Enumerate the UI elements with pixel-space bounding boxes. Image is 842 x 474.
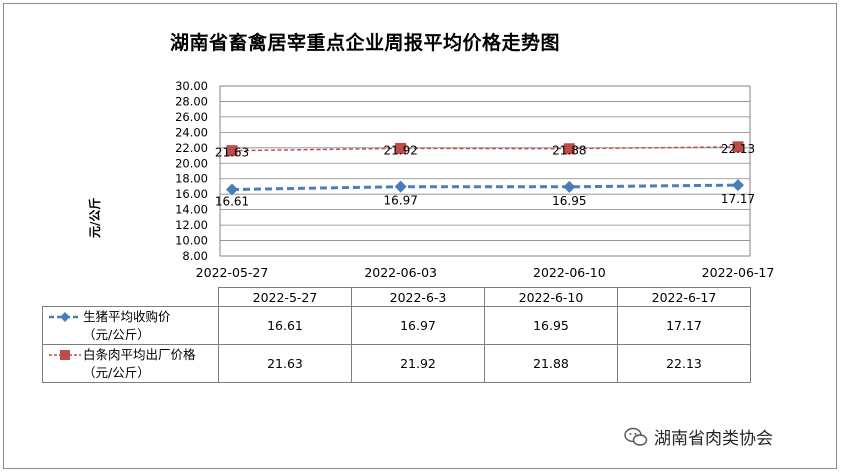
table-header-cell: 2022-6-3 (351, 287, 485, 307)
data-point-diamond (563, 180, 576, 193)
table-header-cell: 2022-6-17 (617, 287, 751, 307)
table-cell: 21.63 (218, 344, 352, 383)
x-tick-label: 2022-05-27 (196, 265, 269, 280)
table-cell: 21.88 (484, 344, 618, 383)
y-tick-label: 22.00 (175, 141, 208, 155)
table-row: 白条肉平均出厂价格 （元/公斤） 21.63 21.92 21.88 22.13 (42, 344, 751, 383)
table-cell: 21.92 (351, 344, 485, 383)
data-point-diamond (732, 179, 744, 192)
data-label: 21.88 (552, 144, 586, 158)
y-tick-label: 10.00 (175, 234, 208, 248)
y-tick-label: 16.00 (175, 187, 208, 201)
y-tick-label: 12.00 (175, 218, 208, 232)
y-tick-label: 30.00 (175, 79, 208, 93)
plot-area (219, 85, 751, 257)
series-line-pork-price (231, 146, 739, 152)
y-tick-label: 8.00 (182, 249, 208, 263)
x-tick-label: 2022-06-17 (702, 265, 775, 280)
table-cell: 16.61 (218, 306, 352, 345)
square-marker-icon (49, 349, 81, 360)
watermark: 湖南省肉类协会 (624, 424, 773, 449)
legend-label: 生猪平均收购价 (83, 308, 171, 324)
watermark-text: 湖南省肉类协会 (654, 429, 773, 449)
y-tick-label: 26.00 (175, 110, 208, 124)
table-cell: 22.13 (617, 344, 751, 383)
table-corner (42, 287, 219, 307)
table-cell: 16.97 (351, 306, 485, 345)
line-chart: 30.0028.00 26.0024.00 22.0020.00 18.0016.00… (175, 79, 775, 280)
diamond-marker-icon (49, 311, 81, 322)
series-line-hog-price (231, 183, 739, 191)
wechat-icon (624, 427, 648, 446)
y-tick-label: 28.00 (175, 94, 208, 108)
x-tick-label: 2022-06-03 (364, 265, 437, 280)
y-tick-label: 14.00 (175, 203, 208, 217)
table-cell: 17.17 (617, 306, 751, 345)
y-tick-label: 20.00 (175, 156, 208, 170)
data-label: 16.61 (215, 194, 249, 208)
table-header-cell: 2022-6-10 (484, 287, 618, 307)
table-header-cell: 2022-5-27 (218, 287, 352, 307)
data-label: 16.97 (383, 194, 417, 208)
legend-entry-hog-price: 生猪平均收购价 （元/公斤） (42, 306, 219, 345)
data-label: 22.13 (721, 142, 755, 156)
data-label: 21.63 (215, 146, 249, 160)
y-axis-label: 元/公斤 (88, 197, 102, 238)
data-label: 17.17 (721, 192, 755, 206)
x-tick-label: 2022-06-10 (533, 265, 606, 280)
data-label: 16.95 (552, 194, 586, 208)
legend-entry-pork-price: 白条肉平均出厂价格 （元/公斤） (42, 344, 219, 383)
data-table: 2022-5-27 2022-6-3 2022-6-10 2022-6-17 生… (42, 287, 751, 383)
legend-label: 白条肉平均出厂价格 (83, 346, 196, 362)
table-row: 生猪平均收购价 （元/公斤） 16.61 16.97 16.95 17.17 (42, 306, 751, 345)
y-tick-label: 24.00 (175, 125, 208, 139)
legend-unit: （元/公斤） (83, 364, 150, 380)
table-cell: 16.95 (484, 306, 618, 345)
data-label: 21.92 (383, 143, 417, 157)
data-point-diamond (394, 180, 407, 193)
legend-unit: （元/公斤） (83, 326, 150, 342)
y-tick-label: 18.00 (175, 172, 208, 186)
